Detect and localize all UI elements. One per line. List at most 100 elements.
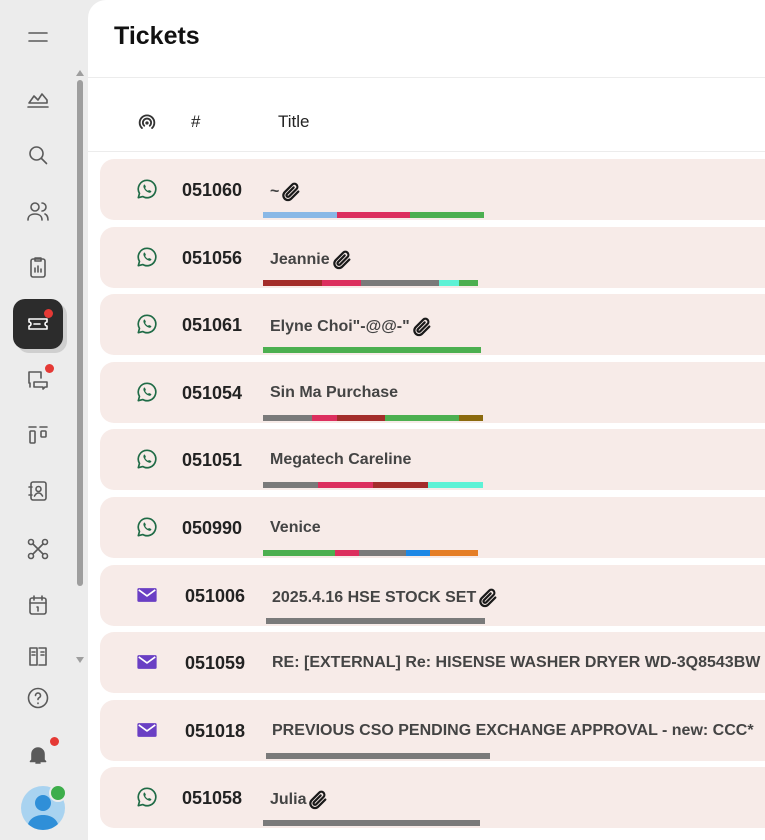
channel-column-icon[interactable]: [136, 112, 158, 134]
notifications-badge: [50, 737, 59, 746]
tag-segment: [263, 280, 322, 286]
ticket-number: 051006: [185, 586, 246, 606]
tag-segment: [459, 415, 483, 421]
tag-segment: [263, 550, 335, 556]
help-button[interactable]: [13, 673, 63, 723]
help-circle-icon: [27, 687, 49, 709]
tag-segment: [385, 415, 459, 421]
bell-icon: [29, 747, 47, 764]
tag-segment: [266, 753, 490, 759]
ticket-title-text: Megatech Careline: [270, 451, 412, 468]
tag-segment: [266, 618, 485, 624]
tickets-panel: Tickets # Title 051060 ~ 051056 Jeannie 05…: [88, 0, 765, 840]
tag-segment: [263, 415, 312, 421]
ticket-row[interactable]: 051061 Elyne Choi"-@@-": [100, 294, 765, 355]
ticket-row[interactable]: 051058 Julia: [100, 767, 765, 828]
ticket-title-text: Elyne Choi"-@@-": [270, 318, 410, 335]
sidebar-item-conversations[interactable]: [13, 354, 63, 404]
ticket-tags: [266, 618, 485, 624]
tag-segment: [337, 212, 410, 218]
ticket-row[interactable]: 051051 Megatech Careline: [100, 429, 765, 490]
attachment-icon: [309, 790, 327, 810]
ticket-title-text: PREVIOUS CSO PENDING EXCHANGE APPROVAL -…: [272, 722, 754, 739]
calendar-icon: [29, 595, 47, 615]
whatsapp-icon: [137, 787, 157, 807]
email-icon: [137, 723, 157, 737]
tag-segment: [459, 280, 478, 286]
ticket-row[interactable]: 051006 2025.4.16 HSE STOCK SET: [100, 565, 765, 626]
sidebar-item-search[interactable]: [13, 130, 63, 180]
tag-segment: [373, 482, 428, 488]
whatsapp-icon: [137, 449, 157, 469]
attachment-icon: [412, 317, 431, 337]
tag-segment: [430, 550, 478, 556]
sidebar-item-boards[interactable]: [13, 410, 63, 460]
contact-book-icon: [28, 481, 47, 501]
sidebar-item-address-book[interactable]: [13, 466, 63, 516]
sidebar: [0, 0, 88, 840]
page-header: Tickets: [88, 0, 765, 78]
tag-segment: [322, 280, 361, 286]
sidebar-item-integrations[interactable]: [13, 524, 63, 574]
ticket-number: 051060: [182, 180, 243, 200]
sidebar-scrollbar[interactable]: [77, 80, 83, 586]
tickets-badge: [44, 309, 53, 318]
ticket-row[interactable]: 051054 Sin Ma Purchase: [100, 362, 765, 423]
search-icon: [29, 146, 48, 165]
ticket-title: 2025.4.16 HSE STOCK SET: [272, 587, 499, 609]
whatsapp-icon: [137, 517, 157, 537]
ticket-tags: [263, 212, 484, 218]
ticket-title: Elyne Choi"-@@-": [270, 316, 433, 338]
conversations-badge: [45, 364, 54, 373]
sidebar-item-tickets[interactable]: [13, 299, 63, 349]
ticket-row[interactable]: 051056 Jeannie: [100, 227, 765, 288]
online-status-indicator: [49, 784, 67, 802]
ticket-row[interactable]: 050990 Venice: [100, 497, 765, 558]
ticket-tags: [263, 415, 483, 421]
app-window: Tickets # Title 051060 ~ 051056 Jeannie 05…: [0, 0, 765, 840]
sidebar-item-contacts[interactable]: [13, 186, 63, 236]
tag-segment: [263, 482, 318, 488]
ticket-tags: [263, 820, 480, 826]
whatsapp-icon: [137, 247, 157, 267]
ticket-title: Julia: [270, 789, 329, 811]
ticket-title-text: Julia: [270, 791, 307, 808]
ticket-tags: [263, 482, 483, 488]
tag-segment: [335, 550, 359, 556]
sidebar-item-dashboard[interactable]: [13, 73, 63, 123]
sidebar-item-knowledge-base[interactable]: [13, 636, 63, 676]
tag-segment: [263, 347, 481, 353]
column-header-number[interactable]: #: [191, 112, 200, 132]
attachment-icon: [282, 182, 300, 202]
tag-segment: [439, 280, 459, 286]
tag-segment: [318, 482, 373, 488]
menu-button[interactable]: [13, 12, 63, 62]
ticket-row[interactable]: 051018 PREVIOUS CSO PENDING EXCHANGE APPR…: [100, 700, 765, 761]
sidebar-item-tasks[interactable]: [13, 242, 63, 292]
column-header-title[interactable]: Title: [278, 112, 310, 132]
ticket-tags: [263, 347, 481, 353]
tag-segment: [359, 550, 406, 556]
ticket-title: Venice: [270, 519, 321, 537]
ticket-title: Megatech Careline: [270, 451, 411, 469]
attachment-icon: [479, 588, 497, 608]
clipboard-icon: [30, 257, 46, 278]
ticket-title-text: ~: [270, 183, 280, 200]
ticket-row[interactable]: 051060 ~: [100, 159, 765, 220]
sidebar-item-calendar[interactable]: [13, 580, 63, 630]
ticket-number: 051018: [185, 721, 246, 741]
ticket-tags: [263, 280, 478, 286]
ticket-number: 051059: [185, 653, 246, 673]
tag-segment: [312, 415, 337, 421]
table-header: # Title: [88, 80, 765, 152]
email-icon: [137, 588, 157, 602]
ticket-title: PREVIOUS CSO PENDING EXCHANGE APPROVAL -…: [272, 722, 754, 740]
ticket-tags: [263, 550, 478, 556]
ticket-row[interactable]: 051059 RE: [EXTERNAL] Re: HISENSE WASHER …: [100, 632, 765, 693]
network-icon: [27, 538, 49, 560]
chart-area-icon: [27, 93, 49, 108]
ticket-title: Sin Ma Purchase: [270, 384, 398, 402]
scroll-down-arrow[interactable]: [76, 657, 84, 663]
menu-icon: [28, 32, 48, 42]
scroll-up-arrow[interactable]: [76, 70, 84, 76]
